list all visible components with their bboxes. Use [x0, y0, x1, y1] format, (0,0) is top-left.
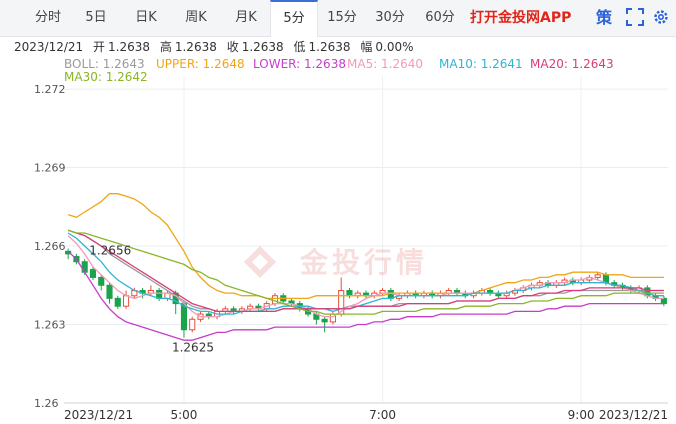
candle — [329, 311, 336, 325]
candle — [511, 287, 518, 296]
candle — [445, 287, 452, 296]
candle — [429, 290, 436, 299]
candle-body — [189, 318, 196, 331]
x-tick-label: 2023/12/21 — [599, 408, 668, 422]
candle — [122, 290, 130, 309]
candle-body — [106, 284, 113, 299]
candle — [619, 282, 626, 291]
candle — [462, 290, 469, 299]
candle-body — [98, 276, 105, 286]
candle — [586, 274, 593, 283]
y-tick-label: 1.272 — [34, 83, 66, 96]
x-tick-label: 9:00 — [568, 408, 595, 422]
candle — [544, 280, 552, 288]
candle-body — [81, 261, 88, 273]
price-annotation: 1.2656 — [89, 244, 131, 258]
candle-body — [271, 295, 279, 305]
watermark-text: 金投行情 — [299, 246, 428, 279]
candle — [114, 295, 121, 309]
kline-chart: 金投行情 1.272 1.269 1.266 1.263 1.26 2023/12/21 5… — [34, 76, 668, 422]
candle — [412, 290, 419, 299]
candle — [420, 290, 427, 299]
candle — [189, 316, 196, 333]
candle — [371, 290, 378, 299]
candle — [396, 293, 403, 301]
candle-body — [114, 297, 121, 307]
candle — [354, 290, 361, 299]
x-tick-label: 7:00 — [369, 408, 396, 422]
watermark-logo — [244, 246, 276, 278]
candle — [520, 285, 527, 294]
candle-body — [122, 295, 130, 307]
candle-body — [660, 297, 667, 305]
candle — [528, 282, 535, 291]
candle — [437, 290, 444, 299]
candle-body — [321, 318, 328, 323]
y-tick-label: 1.269 — [34, 162, 66, 175]
candle — [569, 277, 576, 286]
candle — [652, 293, 659, 301]
candle — [611, 280, 618, 288]
candle — [453, 287, 461, 296]
y-tick-label: 1.266 — [34, 240, 66, 253]
candle — [578, 277, 585, 286]
candle-body — [594, 274, 601, 278]
candle — [478, 287, 485, 296]
candle — [660, 295, 667, 307]
y-tick-label: 1.26 — [34, 397, 59, 410]
candle — [627, 285, 634, 294]
x-tick-label: 5:00 — [170, 408, 197, 422]
candle — [470, 290, 477, 299]
candle — [247, 303, 254, 312]
candle — [404, 290, 411, 299]
candle-body — [89, 269, 97, 278]
candle — [495, 290, 502, 299]
candle — [238, 306, 245, 315]
price-annotation: 1.2625 — [172, 341, 214, 355]
candle — [106, 282, 113, 304]
x-tick-label: 2023/12/21 — [64, 408, 133, 422]
candle — [503, 290, 510, 299]
candle — [553, 280, 560, 288]
candle — [346, 287, 353, 299]
candle-body — [180, 303, 188, 331]
y-tick-label: 1.263 — [34, 319, 66, 332]
candle-body — [346, 290, 353, 297]
